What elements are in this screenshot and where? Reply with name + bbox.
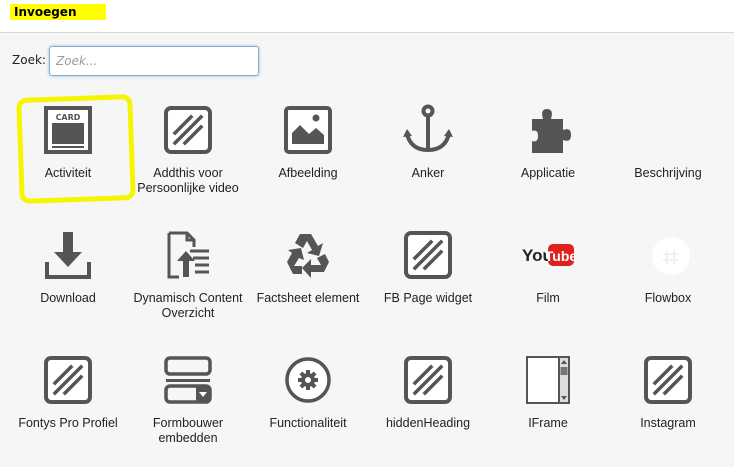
tile-dynamisch-content-overzicht[interactable]: Dynamisch Content Overzicht xyxy=(128,217,248,342)
youtube-icon: You Tube xyxy=(520,227,576,283)
document-list-icon xyxy=(160,227,216,283)
tile-functionaliteit[interactable]: Functionaliteit xyxy=(248,342,368,467)
tile-label: Formbouwer embedden xyxy=(152,416,224,445)
image-icon xyxy=(280,102,336,158)
recycle-icon xyxy=(280,227,336,283)
tile-fontys-pro-profiel[interactable]: Fontys Pro Profiel xyxy=(8,342,128,467)
hatched-square-icon xyxy=(160,102,216,158)
download-icon xyxy=(40,227,96,283)
tile-fb-page-widget[interactable]: FB Page widget xyxy=(368,217,488,342)
hatched-square-icon xyxy=(400,352,456,408)
tile-film[interactable]: You Tube Film xyxy=(488,217,608,342)
tile-label: IFrame xyxy=(528,416,568,430)
youtube-tube-text: Tube xyxy=(545,248,575,264)
tile-label: FB Page widget xyxy=(383,291,473,305)
tile-label: Film xyxy=(536,291,560,305)
card-icon: CARD xyxy=(40,102,96,158)
element-grid: CARD Activiteit Addthis voor Persoonlijk… xyxy=(8,92,728,467)
tile-label: Anker xyxy=(411,166,445,180)
tile-afbeelding[interactable]: Afbeelding xyxy=(248,92,368,217)
tile-label: Afbeelding xyxy=(278,166,338,180)
tile-label: Dynamisch Content Overzicht xyxy=(133,291,243,320)
tile-label: Fontys Pro Profiel xyxy=(18,416,118,430)
gear-icon xyxy=(280,352,336,408)
tile-label: Addthis voor Persoonlijke video xyxy=(137,166,239,195)
tile-label: Functionaliteit xyxy=(269,416,347,430)
tile-applicatie[interactable]: Applicatie xyxy=(488,92,608,217)
tile-formbouwer-embedden[interactable]: Formbouwer embedden xyxy=(128,342,248,467)
tile-instagram[interactable]: Instagram xyxy=(608,342,728,467)
iframe-icon xyxy=(520,352,576,408)
tile-iframe[interactable]: IFrame xyxy=(488,342,608,467)
tile-addthis[interactable]: Addthis voor Persoonlijke video xyxy=(128,92,248,217)
tile-activiteit[interactable]: CARD Activiteit xyxy=(8,92,128,217)
tile-beschrijving[interactable]: Beschrijving xyxy=(608,92,728,217)
search-label: Zoek: xyxy=(12,53,46,67)
tile-label: Factsheet element xyxy=(256,291,360,305)
hatched-square-icon xyxy=(400,227,456,283)
tile-anker[interactable]: Anker xyxy=(368,92,488,217)
tile-factsheet-element[interactable]: Factsheet element xyxy=(248,217,368,342)
anchor-icon xyxy=(400,102,456,158)
tile-download[interactable]: Download xyxy=(8,217,128,342)
tile-flowbox[interactable]: Flowbox xyxy=(608,217,728,342)
search-input[interactable] xyxy=(49,46,259,76)
flowbox-icon xyxy=(640,227,696,283)
tile-label: Applicatie xyxy=(520,166,576,180)
card-icon-text: CARD xyxy=(56,113,81,122)
dialog-header: Invoegen xyxy=(0,0,734,33)
tile-label: Beschrijving xyxy=(634,166,702,180)
tile-label: Instagram xyxy=(640,416,696,430)
dialog-title: Invoegen xyxy=(10,4,107,20)
hatched-square-icon xyxy=(40,352,96,408)
hatched-square-icon xyxy=(640,352,696,408)
tile-label: hiddenHeading xyxy=(385,416,471,430)
tile-hiddenheading[interactable]: hiddenHeading xyxy=(368,342,488,467)
tile-label: Download xyxy=(40,291,96,305)
tile-label: Activiteit xyxy=(44,166,92,180)
tile-label: Flowbox xyxy=(644,291,692,305)
puzzle-icon xyxy=(520,102,576,158)
form-icon xyxy=(160,352,216,408)
blank-icon xyxy=(640,102,696,158)
